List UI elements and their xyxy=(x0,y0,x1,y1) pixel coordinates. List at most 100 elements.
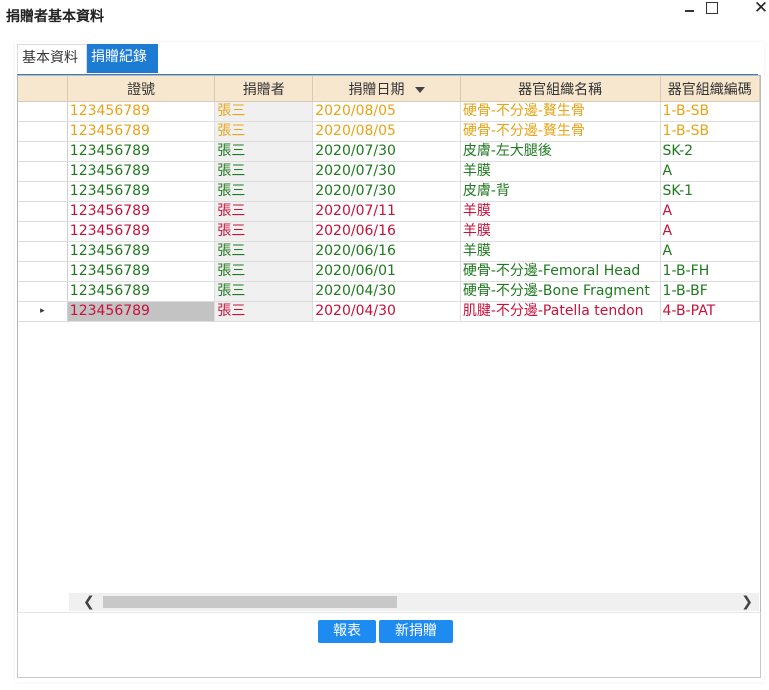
cell-id[interactable]: 123456789 xyxy=(67,301,216,322)
table-row[interactable]: 123456789 張三 2020/04/30 硬骨-不分邊-Bone Fragmen… xyxy=(18,281,760,302)
cell-id[interactable]: 123456789 xyxy=(67,181,216,202)
cell-tissue-name[interactable]: 羊膜 xyxy=(460,221,661,242)
cell-id[interactable]: 123456789 xyxy=(67,221,216,242)
table-row[interactable]: 123456789 張三 2020/07/30 皮膚-背 SK-1 xyxy=(18,181,760,202)
button-bar: 報表 新捐贈 xyxy=(17,612,761,678)
scroll-right-icon[interactable]: ❯ xyxy=(741,593,753,611)
cell-tissue-code[interactable]: A xyxy=(660,221,760,242)
column-header-tissue-name[interactable]: 器官組織名稱 xyxy=(460,76,661,102)
cell-tissue-name[interactable]: 皮膚-左大腿後 xyxy=(460,141,661,162)
cell-donor[interactable]: 張三 xyxy=(214,281,314,302)
cell-donor[interactable]: 張三 xyxy=(214,181,314,202)
row-header[interactable] xyxy=(18,101,68,122)
cell-date[interactable]: 2020/08/05 xyxy=(312,121,461,142)
cell-tissue-code[interactable]: 1-B-SB xyxy=(660,101,760,122)
row-header[interactable] xyxy=(18,161,68,182)
row-header[interactable] xyxy=(18,141,68,162)
cell-id[interactable]: 123456789 xyxy=(67,281,216,302)
cell-id[interactable]: 123456789 xyxy=(67,241,216,262)
cell-date[interactable]: 2020/06/16 xyxy=(312,221,461,242)
cell-donor[interactable]: 張三 xyxy=(214,241,314,262)
row-header[interactable] xyxy=(18,241,68,262)
new-donation-button[interactable]: 新捐贈 xyxy=(379,620,453,643)
table-row[interactable]: 123456789 張三 2020/06/16 羊膜 A xyxy=(18,241,760,262)
tab-basic-info[interactable]: 基本資料 xyxy=(17,44,87,73)
window-title: 捐贈者基本資料 xyxy=(6,9,104,25)
cell-id[interactable]: 123456789 xyxy=(67,201,216,222)
cell-id[interactable]: 123456789 xyxy=(67,261,216,282)
cell-donor[interactable]: 張三 xyxy=(214,201,314,222)
maximize-icon[interactable] xyxy=(706,2,718,14)
cell-tissue-name[interactable]: 羊膜 xyxy=(460,161,661,182)
cell-id[interactable]: 123456789 xyxy=(67,161,216,182)
cell-tissue-name[interactable]: 硬骨-不分邊-Bone Fragment xyxy=(460,281,661,302)
scroll-left-icon[interactable]: ❮ xyxy=(83,593,95,611)
row-header[interactable] xyxy=(18,181,68,202)
cell-id[interactable]: 123456789 xyxy=(67,141,216,162)
scrollbar-thumb[interactable] xyxy=(103,596,397,608)
cell-tissue-code[interactable]: A xyxy=(660,201,760,222)
cell-tissue-code[interactable]: A xyxy=(660,241,760,262)
row-header-corner xyxy=(18,76,68,102)
horizontal-scrollbar[interactable]: ❮ ❯ xyxy=(69,593,759,611)
header-row: 證號 捐贈者 捐贈日期 器官組織名稱 器官組織編碼 xyxy=(18,76,760,102)
cell-date[interactable]: 2020/07/30 xyxy=(312,141,461,162)
cell-date[interactable]: 2020/07/30 xyxy=(312,161,461,182)
table-row[interactable]: 123456789 張三 2020/06/01 硬骨-不分邊-Femoral Head… xyxy=(18,261,760,282)
donation-records-grid: 證號 捐贈者 捐贈日期 器官組織名稱 器官組織編碼 123456789 張三 202… xyxy=(17,75,761,613)
cell-date[interactable]: 2020/06/01 xyxy=(312,261,461,282)
close-icon[interactable]: ✕ xyxy=(750,0,769,18)
row-header[interactable] xyxy=(18,281,68,302)
cell-donor[interactable]: 張三 xyxy=(214,301,314,322)
sort-descending-icon xyxy=(414,86,425,93)
current-row-marker-icon: ▸ xyxy=(40,306,45,316)
tab-donation-records[interactable]: 捐贈紀錄 xyxy=(87,44,158,73)
cell-tissue-name[interactable]: 硬骨-不分邊-贅生骨 xyxy=(460,101,661,122)
table-row[interactable]: 123456789 張三 2020/07/11 羊膜 A xyxy=(18,201,760,222)
column-header-date-label: 捐贈日期 xyxy=(348,81,405,98)
table-row[interactable]: 123456789 張三 2020/06/16 羊膜 A xyxy=(18,221,760,242)
table-row[interactable]: 123456789 張三 2020/07/30 羊膜 A xyxy=(18,161,760,182)
cell-tissue-code[interactable]: SK-2 xyxy=(660,141,760,162)
column-header-id[interactable]: 證號 xyxy=(67,76,216,102)
row-header[interactable] xyxy=(18,201,68,222)
cell-tissue-code[interactable]: 1-B-FH xyxy=(660,261,760,282)
cell-date[interactable]: 2020/07/11 xyxy=(312,201,461,222)
cell-tissue-name[interactable]: 羊膜 xyxy=(460,201,661,222)
cell-donor[interactable]: 張三 xyxy=(214,101,314,122)
cell-donor[interactable]: 張三 xyxy=(214,141,314,162)
cell-tissue-name[interactable]: 硬骨-不分邊-贅生骨 xyxy=(460,121,661,142)
cell-donor[interactable]: 張三 xyxy=(214,261,314,282)
table-row[interactable]: 123456789 張三 2020/08/05 硬骨-不分邊-贅生骨 1-B-SB xyxy=(18,101,760,122)
table-row[interactable]: ▸ 123456789 張三 2020/04/30 肌腱-不分邊-Patella ten… xyxy=(18,301,760,322)
column-header-donor[interactable]: 捐贈者 xyxy=(214,76,314,102)
cell-tissue-code[interactable]: 4-B-PAT xyxy=(660,301,760,322)
cell-tissue-name[interactable]: 硬骨-不分邊-Femoral Head xyxy=(460,261,661,282)
cell-donor[interactable]: 張三 xyxy=(214,221,314,242)
row-header[interactable]: ▸ xyxy=(18,301,68,322)
cell-date[interactable]: 2020/04/30 xyxy=(312,281,461,302)
row-header[interactable] xyxy=(18,121,68,142)
cell-tissue-name[interactable]: 肌腱-不分邊-Patella tendon xyxy=(460,301,661,322)
cell-donor[interactable]: 張三 xyxy=(214,161,314,182)
table-row[interactable]: 123456789 張三 2020/07/30 皮膚-左大腿後 SK-2 xyxy=(18,141,760,162)
column-header-date[interactable]: 捐贈日期 xyxy=(312,76,461,102)
column-header-tissue-code[interactable]: 器官組織編碼 xyxy=(660,76,760,102)
cell-tissue-name[interactable]: 皮膚-背 xyxy=(460,181,661,202)
table-row[interactable]: 123456789 張三 2020/08/05 硬骨-不分邊-贅生骨 1-B-SB xyxy=(18,121,760,142)
cell-date[interactable]: 2020/06/16 xyxy=(312,241,461,262)
cell-tissue-name[interactable]: 羊膜 xyxy=(460,241,661,262)
cell-tissue-code[interactable]: 1-B-SB xyxy=(660,121,760,142)
cell-tissue-code[interactable]: SK-1 xyxy=(660,181,760,202)
row-header[interactable] xyxy=(18,221,68,242)
cell-date[interactable]: 2020/04/30 xyxy=(312,301,461,322)
cell-tissue-code[interactable]: 1-B-BF xyxy=(660,281,760,302)
cell-tissue-code[interactable]: A xyxy=(660,161,760,182)
cell-date[interactable]: 2020/08/05 xyxy=(312,101,461,122)
row-header[interactable] xyxy=(18,261,68,282)
report-button[interactable]: 報表 xyxy=(318,620,376,643)
cell-date[interactable]: 2020/07/30 xyxy=(312,181,461,202)
cell-id[interactable]: 123456789 xyxy=(67,121,216,142)
cell-donor[interactable]: 張三 xyxy=(214,121,314,142)
cell-id[interactable]: 123456789 xyxy=(67,101,216,122)
